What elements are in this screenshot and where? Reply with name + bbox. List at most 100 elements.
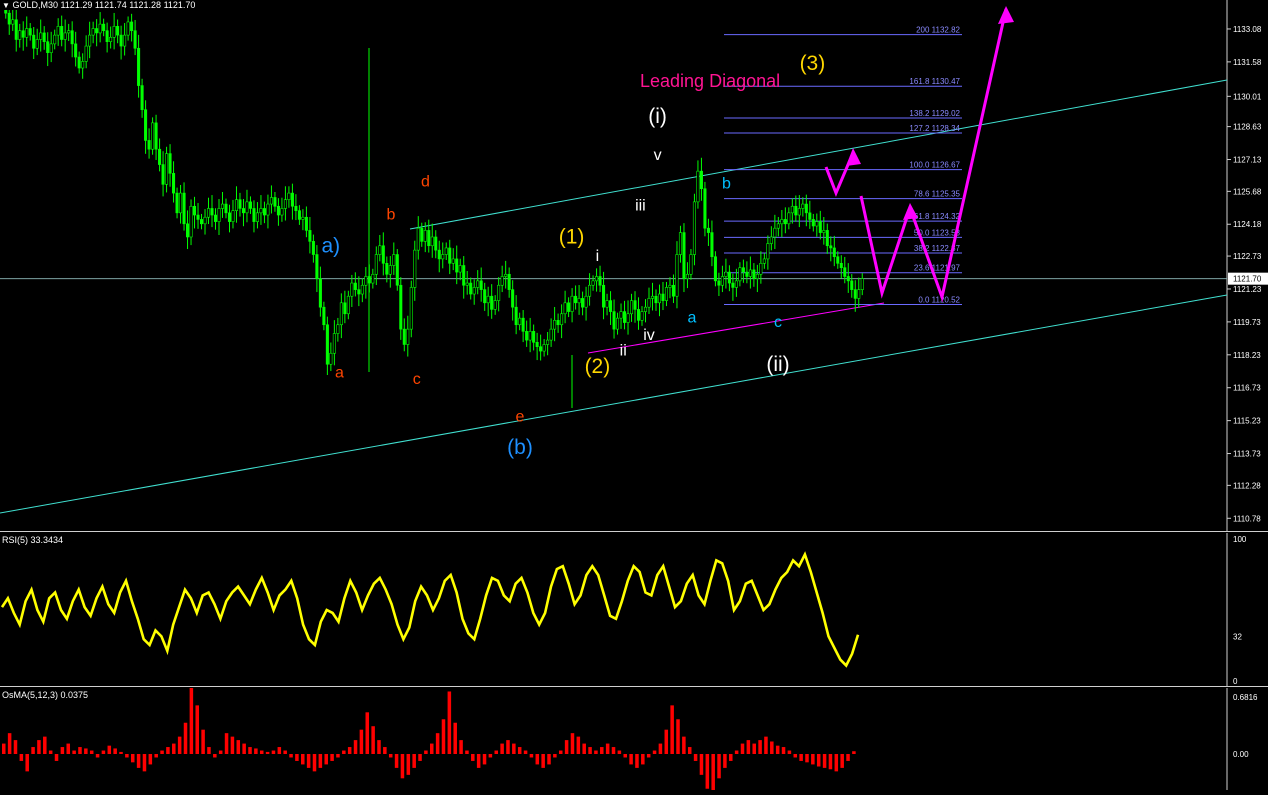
candle-body <box>385 263 389 275</box>
osma-bar <box>60 747 65 754</box>
osma-bar <box>799 754 803 761</box>
osma-bar <box>523 750 528 754</box>
candle-body <box>182 192 186 225</box>
osma-bar <box>506 740 510 754</box>
candle-body <box>217 208 221 222</box>
candle-body <box>123 34 127 47</box>
rsi-tick-label: 100 <box>1233 535 1247 544</box>
osma-bar <box>758 740 762 754</box>
candle-body <box>329 352 333 365</box>
osma-bar <box>816 754 821 767</box>
candle-body <box>220 203 225 209</box>
price-tick-label: 1127.13 <box>1233 156 1262 165</box>
candle-body <box>647 298 651 308</box>
osma-bar <box>259 750 264 754</box>
candle-body <box>860 278 864 290</box>
candle-body <box>437 249 441 260</box>
osma-bar <box>66 743 71 754</box>
price-tick-label: 1133.08 <box>1233 25 1262 34</box>
candle-body <box>706 227 710 233</box>
osma-bar <box>793 754 798 758</box>
rsi-title: RSI(5) 33.3434 <box>0 535 66 545</box>
candle-body <box>39 32 43 40</box>
price-tick-label: 1131.58 <box>1233 58 1262 67</box>
candle-body <box>7 12 11 25</box>
candle-body <box>441 254 445 260</box>
candle-body <box>839 263 843 268</box>
candle-body <box>689 254 693 275</box>
candle-body <box>297 210 301 220</box>
ohlc-quote: 1121.29 1121.74 1121.28 1121.70 <box>60 0 196 10</box>
candle-body <box>60 26 64 40</box>
rsi-chart[interactable]: 100 32 0 <box>0 533 1268 687</box>
price-tick-label: 1113.73 <box>1233 450 1261 459</box>
osma-bar <box>13 740 18 754</box>
candle-body <box>717 280 721 286</box>
candle-body <box>137 47 141 86</box>
osma-bar <box>43 736 47 754</box>
candle-body <box>773 227 777 238</box>
osma-bar <box>283 750 287 754</box>
candle-body <box>853 289 857 299</box>
osma-bar <box>125 754 129 758</box>
chevron-down-icon[interactable]: ▼ <box>2 1 10 10</box>
rsi-line[interactable] <box>0 551 860 668</box>
candle-body <box>116 26 120 36</box>
osma-bar <box>746 740 751 754</box>
candle-body <box>668 284 672 288</box>
fib-level-label: 23.6 1121.97 <box>914 264 961 273</box>
candle-body <box>836 256 840 264</box>
osma-bar <box>371 726 375 754</box>
osma-chart[interactable]: 0.6816 0.00 <box>0 688 1268 795</box>
osma-bar <box>471 754 475 761</box>
candle-body <box>81 61 85 69</box>
candle-body <box>518 317 522 326</box>
price-chart-pane[interactable]: 200 1132.82 161.8 1130.47 138.2 1129.02 127… <box>0 0 1268 532</box>
rsi-pane[interactable]: 100 32 0 RSI(5) 33.3434 <box>0 533 1268 687</box>
osma-bar <box>740 743 745 754</box>
osma-bar <box>89 750 94 754</box>
osma-tick-label: 0.00 <box>1233 750 1249 759</box>
candle-body <box>165 153 169 185</box>
candle-body <box>843 267 847 277</box>
candle-body <box>276 205 280 216</box>
osma-bar <box>394 754 399 768</box>
candle-body <box>304 216 308 231</box>
osma-bar <box>682 736 686 754</box>
osma-bar <box>213 754 217 758</box>
candle-body <box>623 311 627 323</box>
candle-body <box>539 346 543 352</box>
candle-body <box>804 203 808 214</box>
candle-body <box>357 289 361 295</box>
candle-body <box>451 258 455 264</box>
osma-bar <box>752 743 756 754</box>
price-tick-label: 1122.73 <box>1233 252 1262 261</box>
candle-body <box>741 267 745 273</box>
wave-label: iii <box>635 198 646 215</box>
candle-body <box>661 293 665 301</box>
osma-bar <box>605 743 610 754</box>
candle-body <box>371 273 375 284</box>
osma-bar <box>119 751 123 754</box>
candle-body <box>25 28 29 38</box>
osma-bar <box>600 747 604 754</box>
price-chart[interactable]: 200 1132.82 161.8 1130.47 138.2 1129.02 127… <box>0 0 1268 532</box>
wave-label: a <box>335 364 344 381</box>
osma-bar <box>453 722 457 754</box>
osma-bar <box>699 754 704 775</box>
wave-label: (3) <box>800 52 826 75</box>
candle-body <box>727 271 731 284</box>
osma-bar <box>312 754 317 772</box>
wave-label: (ii) <box>766 353 789 376</box>
osma-pane[interactable]: 0.6816 0.00 OsMA(5,12,3) 0.0375 <box>0 688 1268 795</box>
candle-body <box>497 284 501 301</box>
candle-body <box>535 341 539 347</box>
candle-body <box>584 295 588 308</box>
candle-body <box>311 241 315 255</box>
osma-bar <box>218 750 223 754</box>
osma-bar <box>406 754 411 775</box>
wave-label: b <box>387 206 396 223</box>
candle-body <box>395 254 399 286</box>
candle-body <box>374 254 378 275</box>
osma-bar <box>517 747 522 754</box>
